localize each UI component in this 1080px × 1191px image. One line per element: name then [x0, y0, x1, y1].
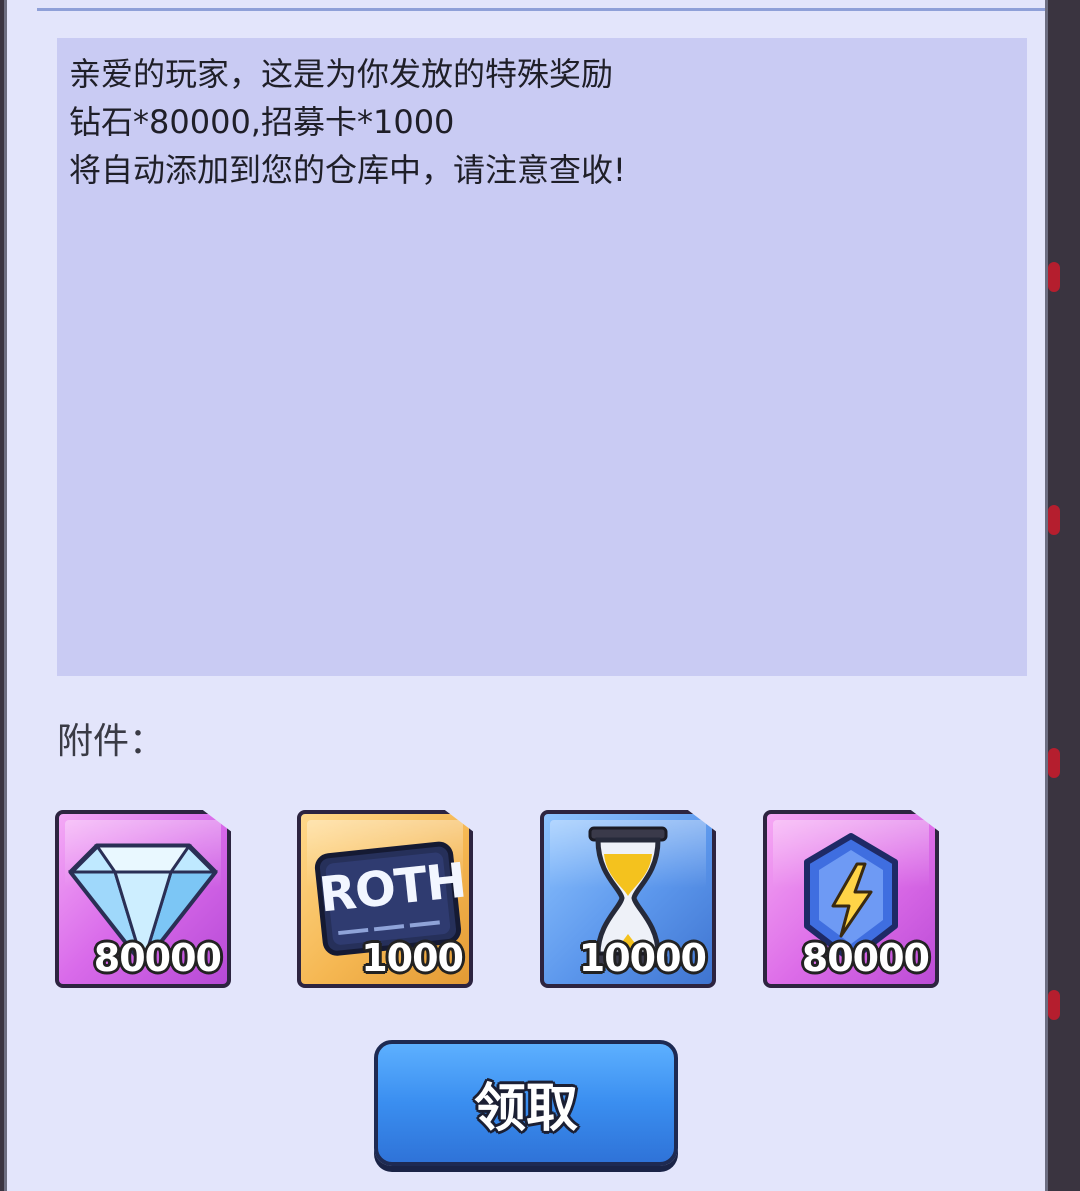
attachments-label: 附件：	[57, 721, 166, 762]
attachment-energy-crystal[interactable]: 80000	[763, 810, 939, 988]
attachment-diamond[interactable]: 80000	[55, 810, 231, 988]
item-quantity: 1000	[361, 936, 464, 980]
side-decoration	[1048, 748, 1060, 778]
item-quantity: 80000	[93, 936, 222, 980]
claim-button[interactable]: 领取	[374, 1040, 678, 1166]
message-line: 钻石*80000,招募卡*1000	[69, 103, 455, 141]
attachment-hourglass[interactable]: 10000	[540, 810, 716, 988]
message-line: 亲爱的玩家，这是为你发放的特殊奖励	[69, 55, 614, 93]
top-divider	[37, 8, 1045, 11]
side-decoration	[1048, 505, 1060, 535]
attachment-recruit-card[interactable]: ROTH 1000	[297, 810, 473, 988]
item-quantity: 10000	[578, 936, 707, 980]
side-decoration	[1048, 990, 1060, 1020]
mail-panel: 亲爱的玩家，这是为你发放的特殊奖励 钻石*80000,招募卡*1000 将自动添…	[4, 0, 1048, 1191]
side-decoration	[1048, 262, 1060, 292]
item-quantity: 80000	[801, 936, 930, 980]
message-body: 亲爱的玩家，这是为你发放的特殊奖励 钻石*80000,招募卡*1000 将自动添…	[57, 38, 1027, 676]
claim-button-label: 领取	[473, 1078, 578, 1139]
message-line: 将自动添加到您的仓库中，请注意查收!	[69, 151, 626, 189]
